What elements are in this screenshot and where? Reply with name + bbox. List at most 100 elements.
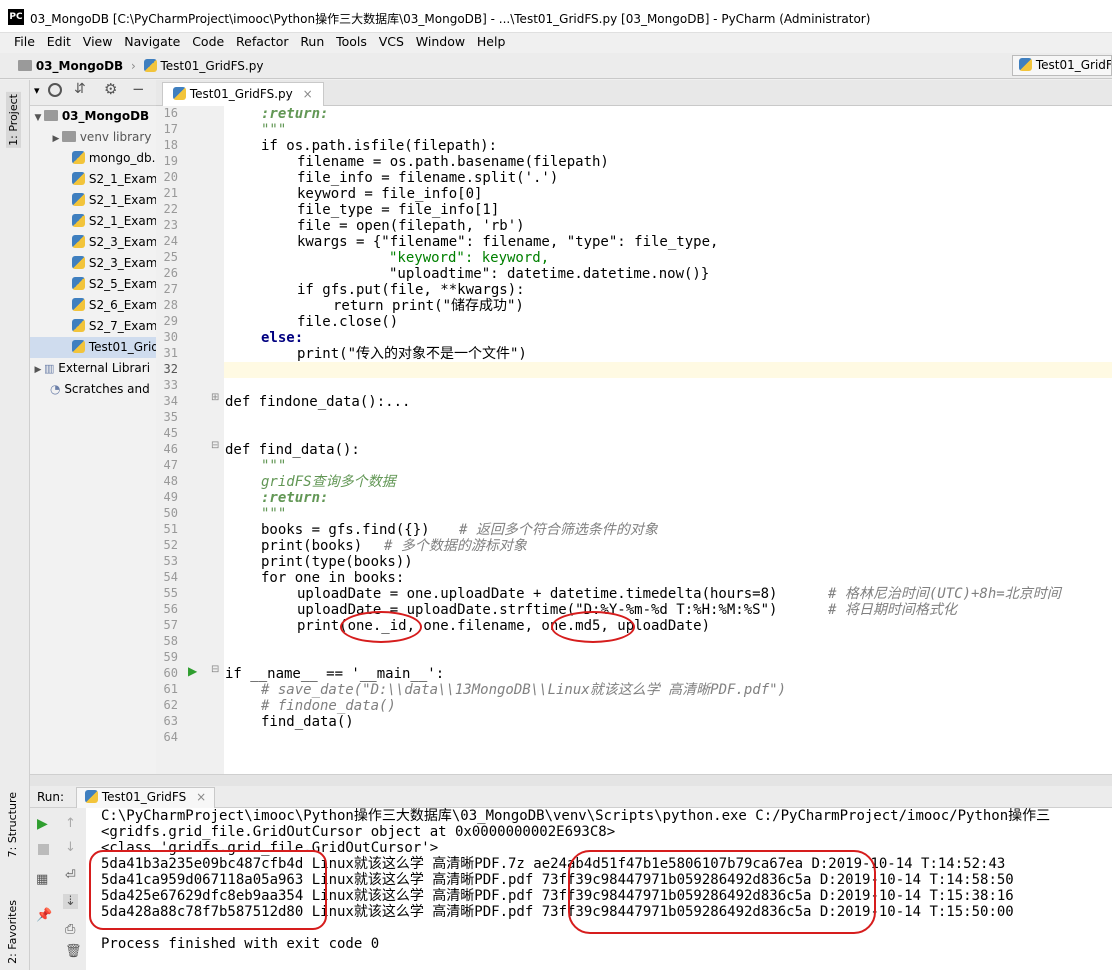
annotation-ellipse-ids (89, 850, 327, 930)
expand-arrow-icon[interactable]: ▼ (32, 108, 44, 129)
menu-code[interactable]: Code (188, 33, 228, 51)
run-console[interactable]: C:\PyCharmProject\imooc\Python操作三大数据库\03… (86, 808, 1112, 970)
line-number: 47 (163, 458, 178, 472)
close-icon[interactable]: × (303, 87, 313, 101)
project-tool-tab[interactable]: 1: Project (6, 92, 21, 148)
layout-icon[interactable]: ▦ (36, 872, 48, 887)
scroll-to-end-icon[interactable]: ⇣ (63, 894, 78, 909)
code-line: print(books) (261, 538, 363, 554)
menu-vcs[interactable]: VCS (375, 33, 408, 51)
code-line: """ (261, 122, 287, 138)
pin-icon[interactable]: 📌 (36, 908, 52, 923)
code-comment: # save_date("D:\\data\\13MongoDB\\Linux就… (261, 682, 787, 698)
code-line: filename = os.path.basename(filepath) (297, 154, 609, 170)
annotation-ellipse-md5 (551, 611, 635, 643)
line-number: 64 (163, 730, 178, 744)
tree-item-external-libraries[interactable]: ▶ ▥ External Librari (30, 358, 156, 379)
run-tab[interactable]: Test01_GridFS × (76, 787, 216, 808)
line-number: 60 (163, 666, 178, 680)
code-comment: # 格林尼治时间(UTC)+8h=北京时间 (828, 586, 1061, 602)
menu-window[interactable]: Window (412, 33, 469, 51)
code-line: file = open(filepath, 'rb') (297, 218, 525, 234)
line-number: 51 (163, 522, 178, 536)
code-editor[interactable]: :return: """ if os.path.isfile(filepath)… (224, 106, 1112, 774)
tree-item-file[interactable]: mongo_db. (30, 148, 156, 169)
editor-tab-active[interactable]: Test01_GridFS.py × (162, 82, 324, 106)
line-number: 21 (163, 186, 178, 200)
tree-item-venv[interactable]: ▶ venv library (30, 127, 156, 148)
tree-item-scratches[interactable]: ◔ Scratches and (30, 379, 156, 400)
tree-item-file[interactable]: S2_5_Examp (30, 274, 156, 295)
menu-file[interactable]: File (10, 33, 39, 51)
menu-refactor[interactable]: Refactor (232, 33, 292, 51)
soft-wrap-icon[interactable]: ⏎ (65, 868, 76, 883)
structure-tool-tab[interactable]: 7: Structure (6, 792, 19, 857)
tree-item-file[interactable]: S2_1_Examp (30, 190, 156, 211)
expand-arrow-icon[interactable]: ▶ (50, 129, 62, 150)
line-number: 57 (163, 618, 178, 632)
menu-navigate[interactable]: Navigate (120, 33, 184, 51)
annotation-ellipse-id (340, 611, 422, 643)
arrow-up-icon[interactable]: ↑ (65, 816, 76, 831)
line-number: 55 (163, 586, 178, 600)
expand-arrow-icon[interactable]: ▶ (32, 360, 44, 381)
hide-icon[interactable]: − (132, 80, 145, 98)
tree-item-file[interactable]: S2_3_Examp (30, 232, 156, 253)
fold-icon[interactable]: ⊟ (211, 664, 219, 675)
line-number: 45 (163, 426, 178, 440)
folder-icon (62, 131, 76, 142)
menu-edit[interactable]: Edit (43, 33, 75, 51)
run-tab-label: Test01_GridFS (101, 790, 187, 804)
close-icon[interactable]: × (196, 790, 206, 804)
project-tree: ▼ 03_MongoDB ▶ venv library mongo_db. S2… (30, 106, 156, 774)
line-number: 31 (163, 346, 178, 360)
line-number: 53 (163, 554, 178, 568)
navigation-bar: 03_MongoDB › Test01_GridFS.py Test01_Gri… (0, 53, 1112, 79)
gear-icon[interactable]: ⚙ (104, 80, 117, 98)
favorites-tool-tab[interactable]: 2: Favorites (6, 900, 19, 964)
panel-splitter[interactable] (30, 774, 1112, 786)
print-icon[interactable]: ⎙ (65, 922, 75, 937)
fold-icon[interactable]: ⊟ (211, 440, 219, 451)
python-file-icon (72, 214, 85, 227)
menu-tools[interactable]: Tools (332, 33, 371, 51)
code-line: if gfs.put(file, **kwargs): (297, 282, 525, 298)
run-gutter-icon[interactable]: ▶ (188, 664, 197, 678)
code-line: file.close() (297, 314, 399, 330)
line-number: 58 (163, 634, 178, 648)
code-line: def find_data(): (225, 442, 360, 458)
line-number: 22 (163, 202, 178, 216)
breadcrumb-file[interactable]: Test01_GridFS.py (161, 59, 264, 73)
tree-item-file[interactable]: S2_7_Examp (30, 316, 156, 337)
line-number: 62 (163, 698, 178, 712)
line-number: 25 (163, 250, 178, 264)
editor-tab-bar: Test01_GridFS.py × (156, 80, 1112, 106)
line-number: 23 (163, 218, 178, 232)
tree-item-file-selected[interactable]: Test01_Grid (30, 337, 156, 358)
menu-view[interactable]: View (79, 33, 117, 51)
dropdown-icon[interactable]: ▾ (34, 84, 40, 97)
tree-item-root[interactable]: ▼ 03_MongoDB (30, 106, 156, 127)
tree-item-file[interactable]: S2_1_Examp (30, 211, 156, 232)
folder-icon (44, 110, 58, 121)
code-comment: # 多个数据的游标对象 (384, 538, 527, 554)
line-number: 16 (163, 106, 178, 120)
run-config-selector[interactable]: Test01_GridF (1012, 55, 1112, 76)
tree-item-file[interactable]: S2_1_Examp (30, 169, 156, 190)
tree-item-label: Test01_Grid (88, 340, 156, 354)
menu-help[interactable]: Help (473, 33, 510, 51)
rerun-icon[interactable]: ▶ (37, 816, 48, 832)
line-number: 49 (163, 490, 178, 504)
breadcrumb-project[interactable]: 03_MongoDB (36, 59, 123, 73)
line-number: 46 (163, 442, 178, 456)
locate-icon[interactable] (48, 83, 62, 97)
tree-item-file[interactable]: S2_6_Examp (30, 295, 156, 316)
menu-run[interactable]: Run (296, 33, 328, 51)
fold-icon[interactable]: ⊞ (211, 392, 219, 403)
collapse-all-icon[interactable]: ⇵ (74, 81, 86, 97)
arrow-down-icon[interactable]: ↓ (65, 840, 76, 855)
trash-icon[interactable]: 🗑 (65, 944, 82, 959)
tree-item-file[interactable]: S2_3_Examp (30, 253, 156, 274)
stop-icon[interactable] (38, 844, 49, 855)
python-file-icon (173, 87, 186, 100)
